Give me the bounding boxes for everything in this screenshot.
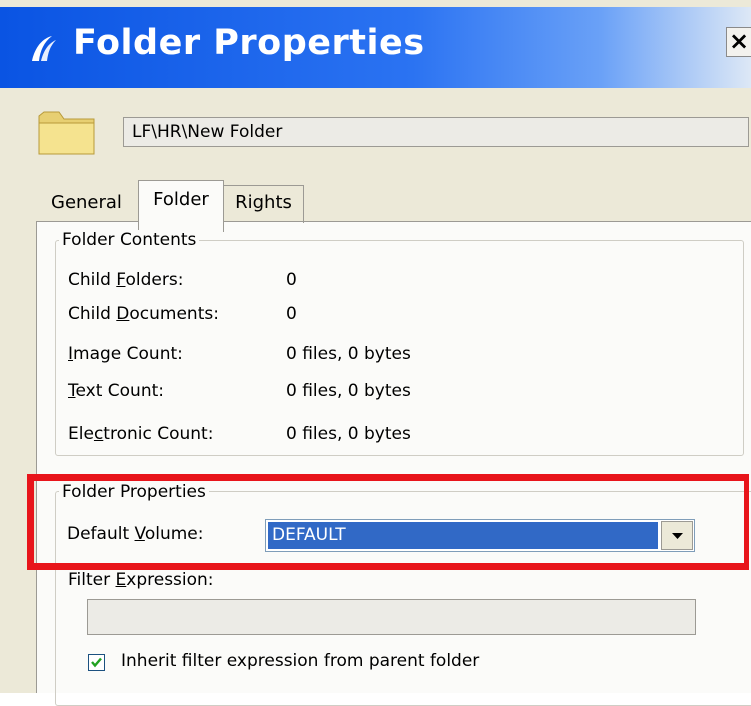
filter-expression-label: Filter Expression: — [68, 570, 214, 590]
tab-folder[interactable]: Folder — [138, 180, 224, 232]
image-count-value: 0 files, 0 bytes — [286, 344, 411, 364]
tab-rights-label: Rights — [235, 192, 292, 213]
close-icon: × — [728, 27, 750, 55]
close-button[interactable]: × — [726, 27, 751, 57]
tab-folder-label: Folder — [153, 189, 209, 210]
child-documents-label: Child Documents: — [68, 304, 219, 324]
folder-icon — [38, 111, 95, 155]
filter-expression-field[interactable] — [87, 599, 696, 635]
checkmark-icon — [91, 657, 102, 668]
tab-rights[interactable]: Rights — [224, 185, 304, 223]
electronic-count-label: Electronic Count: — [68, 424, 214, 444]
highlight-annotation — [27, 474, 749, 570]
tab-general[interactable]: General — [51, 192, 122, 213]
inherit-filter-checkbox[interactable] — [88, 654, 105, 671]
text-count-label: Text Count: — [68, 381, 165, 401]
image-count-label: Image Count: — [68, 344, 183, 364]
folder-properties-dialog: Folder Properties × LF\HR\New Folder Gen… — [0, 0, 751, 706]
inherit-filter-label[interactable]: Inherit filter expression from parent fo… — [121, 651, 479, 671]
laserfiche-logo-icon — [32, 36, 56, 61]
window-title: Folder Properties — [73, 23, 425, 63]
child-folders-label: Child Folders: — [68, 270, 184, 290]
child-folders-value: 0 — [286, 270, 297, 290]
folder-contents-title: Folder Contents — [59, 230, 200, 250]
title-bar: Folder Properties — [0, 7, 751, 88]
text-count-value: 0 files, 0 bytes — [286, 381, 411, 401]
highlight-annotation-edge — [744, 474, 749, 570]
child-documents-value: 0 — [286, 304, 297, 324]
electronic-count-value: 0 files, 0 bytes — [286, 424, 411, 444]
folder-path-field: LF\HR\New Folder — [123, 117, 749, 147]
